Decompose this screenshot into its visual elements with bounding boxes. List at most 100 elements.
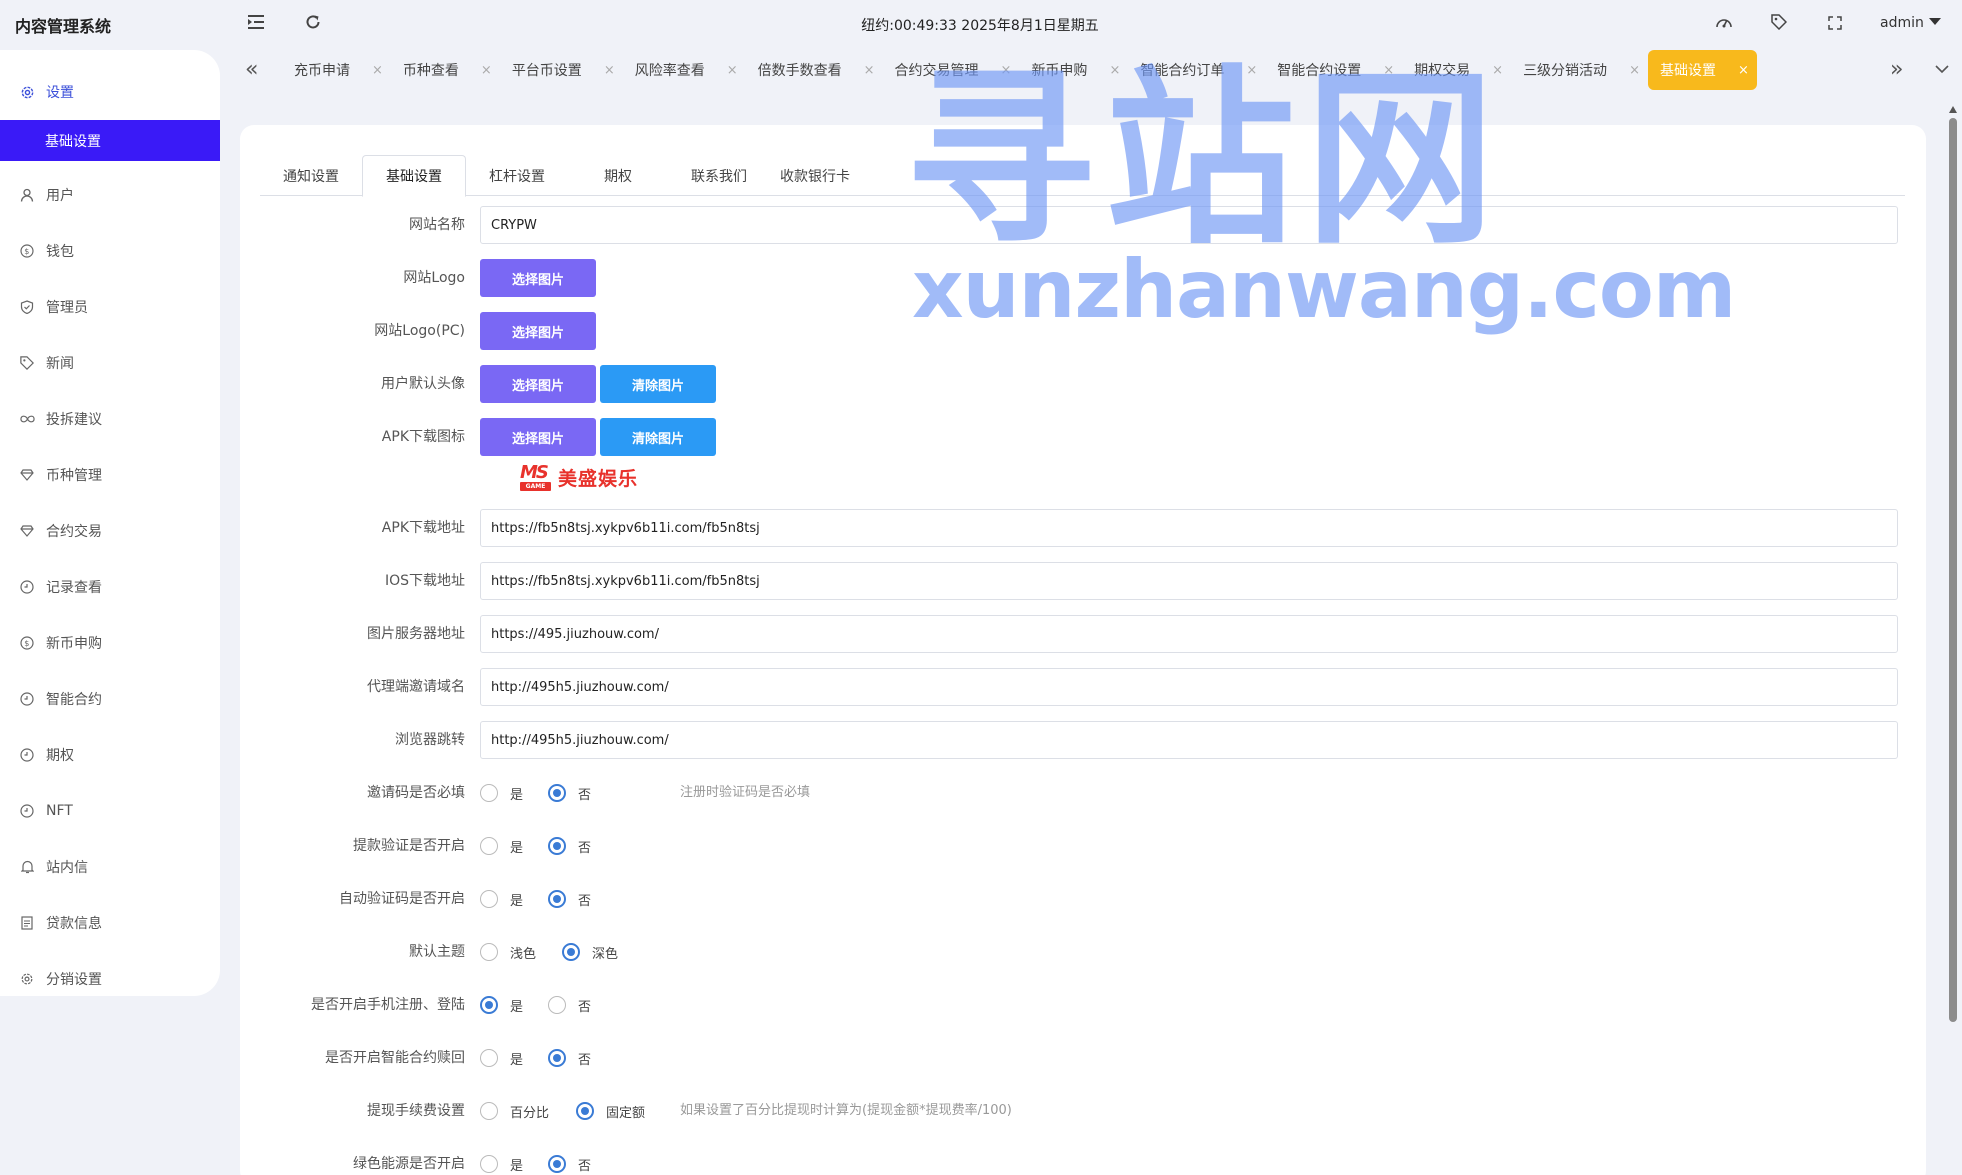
- dashboard-icon[interactable]: [1713, 14, 1735, 36]
- clear-avatar-button[interactable]: 清除图片: [600, 365, 716, 403]
- sidebar-item-loans[interactable]: 贷款信息: [0, 895, 220, 951]
- close-icon[interactable]: ×: [1738, 63, 1749, 78]
- withdraw-fee-percent[interactable]: 百分比: [480, 1102, 566, 1121]
- sidebar-item-smart-contract[interactable]: 智能合约: [0, 671, 220, 727]
- select-logo-pc-button[interactable]: 选择图片: [480, 312, 596, 350]
- sidebar-item-label: 新币申购: [46, 636, 102, 652]
- phone-register-yes[interactable]: 是: [480, 996, 538, 1015]
- fullscreen-icon[interactable]: [1824, 14, 1846, 36]
- phone-register-no[interactable]: 否: [548, 996, 591, 1015]
- scrollbar-thumb[interactable]: [1949, 118, 1957, 1022]
- invite-required-yes[interactable]: 是: [480, 784, 538, 803]
- select-logo-button[interactable]: 选择图片: [480, 259, 596, 297]
- clock-icon: [18, 690, 36, 708]
- invite-required-no[interactable]: 否: [548, 784, 591, 803]
- tabs-prev-icon[interactable]: «: [245, 58, 258, 82]
- sidebar-item-feedback[interactable]: 投拆建议: [0, 391, 220, 447]
- auto-verify-yes[interactable]: 是: [480, 890, 538, 909]
- close-icon[interactable]: ×: [864, 63, 875, 78]
- sidebar-item-nft[interactable]: NFT: [0, 783, 220, 839]
- sidebar-item-currency[interactable]: 币种管理: [0, 447, 220, 503]
- sidebar-item-distribution[interactable]: 分销设置: [0, 951, 220, 1007]
- close-icon[interactable]: ×: [372, 63, 383, 78]
- sidebar-item-label: 投拆建议: [46, 412, 102, 428]
- form-row-contract-redeem: 是否开启智能合约赎回 是 否: [240, 1039, 1926, 1077]
- theme-radio-group: 浅色 深色: [480, 933, 628, 971]
- sidebar-item-contract[interactable]: 合约交易: [0, 503, 220, 559]
- tab-multiplier[interactable]: 倍数手数查看 ×: [746, 50, 883, 90]
- withdraw-verify-no[interactable]: 否: [548, 837, 591, 856]
- sidebar-item-options[interactable]: 期权: [0, 727, 220, 783]
- tag-icon[interactable]: [1768, 14, 1790, 36]
- tab-basic-settings[interactable]: 基础设置 ×: [1647, 50, 1757, 90]
- auto-verify-no[interactable]: 否: [548, 890, 591, 909]
- sidebar-item-records[interactable]: 记录查看: [0, 559, 220, 615]
- ios-url-input[interactable]: [480, 562, 1898, 600]
- coin-icon: $: [18, 634, 36, 652]
- sidebar-item-users[interactable]: 用户: [0, 167, 220, 223]
- field-label: 网站Logo: [403, 270, 465, 286]
- sidebar-item-settings[interactable]: 设置: [0, 64, 220, 120]
- user-menu[interactable]: admin: [1880, 15, 1941, 31]
- close-icon[interactable]: ×: [727, 63, 738, 78]
- tab-bank-card[interactable]: 收款银行卡: [770, 155, 860, 196]
- app-title: 内容管理系统: [15, 17, 112, 36]
- form-row-apk-url: APK下载地址: [240, 509, 1926, 547]
- caret-down-icon: [1928, 18, 1941, 25]
- browser-redirect-input[interactable]: [480, 721, 1898, 759]
- sidebar-item-basic-settings[interactable]: 基础设置: [0, 120, 220, 161]
- scrollbar[interactable]: [1947, 106, 1959, 1175]
- invite-required-radio-group: 是 否: [480, 774, 601, 812]
- user-icon: [18, 186, 36, 204]
- tab-options[interactable]: 期权: [568, 155, 668, 196]
- clear-apk-icon-button[interactable]: 清除图片: [600, 418, 716, 456]
- tab-risk-rate[interactable]: 风险率查看 ×: [623, 50, 746, 90]
- select-avatar-button[interactable]: 选择图片: [480, 365, 596, 403]
- theme-dark[interactable]: 深色: [562, 943, 618, 962]
- sidebar-item-ipo[interactable]: $ 新币申购: [0, 615, 220, 671]
- sidebar-item-label: 设置: [46, 85, 74, 101]
- chevron-down-icon[interactable]: [1935, 56, 1949, 80]
- sidebar-item-label: 币种管理: [46, 468, 102, 484]
- form-row-default-avatar: 用户默认头像 选择图片 清除图片: [240, 365, 1926, 403]
- field-label: 邀请码是否必填: [367, 785, 465, 801]
- withdraw-fee-fixed[interactable]: 固定额: [576, 1102, 645, 1121]
- withdraw-fee-radio-group: 百分比 固定额: [480, 1092, 655, 1130]
- sidebar-item-label: 站内信: [46, 860, 88, 876]
- close-icon[interactable]: ×: [604, 63, 615, 78]
- select-apk-icon-button[interactable]: 选择图片: [480, 418, 596, 456]
- tab-currency-view[interactable]: 币种查看 ×: [391, 50, 500, 90]
- scroll-up-icon[interactable]: [1949, 106, 1957, 113]
- withdraw-fee-hint: 如果设置了百分比提现时计算为(提现金额*提现费率/100): [680, 1103, 1012, 1118]
- tab-contact[interactable]: 联系我们: [668, 155, 770, 196]
- sidebar-item-admins[interactable]: 管理员: [0, 279, 220, 335]
- refresh-icon[interactable]: [302, 14, 324, 36]
- tab-leverage[interactable]: 杠杆设置: [466, 155, 568, 196]
- apk-url-input[interactable]: [480, 509, 1898, 547]
- withdraw-verify-yes[interactable]: 是: [480, 837, 538, 856]
- sidebar-item-wallet[interactable]: $ 钱包: [0, 223, 220, 279]
- sidebar-item-messages[interactable]: 站内信: [0, 839, 220, 895]
- tab-recharge[interactable]: 充币申请 ×: [282, 50, 391, 90]
- contract-redeem-no[interactable]: 否: [548, 1049, 591, 1068]
- field-label: 网站名称: [409, 217, 465, 233]
- form-row-withdraw-fee: 提现手续费设置 百分比 固定额 如果设置了百分比提现时计算为(提现金额*提现费率…: [240, 1092, 1926, 1130]
- agent-domain-input[interactable]: [480, 668, 1898, 706]
- tab-basic[interactable]: 基础设置: [362, 155, 466, 197]
- image-server-input[interactable]: [480, 615, 1898, 653]
- tab-platform-coin[interactable]: 平台币设置 ×: [500, 50, 623, 90]
- sidebar-item-news[interactable]: 新闻: [0, 335, 220, 391]
- sidebar-item-label: 钱包: [46, 244, 74, 260]
- close-icon[interactable]: ×: [1629, 63, 1640, 78]
- tab-notification[interactable]: 通知设置: [260, 155, 362, 196]
- green-energy-radio-group: 是 否: [480, 1145, 601, 1175]
- green-energy-yes[interactable]: 是: [480, 1155, 538, 1174]
- collapse-menu-icon[interactable]: [246, 14, 268, 36]
- green-energy-no[interactable]: 否: [548, 1155, 591, 1174]
- watermark-url: xunzhanwang.com: [912, 243, 1736, 336]
- theme-light[interactable]: 浅色: [480, 943, 552, 962]
- tabs-next-icon[interactable]: »: [1890, 58, 1903, 82]
- contract-redeem-yes[interactable]: 是: [480, 1049, 538, 1068]
- tab-distribution[interactable]: 三级分销活动 ×: [1511, 50, 1648, 90]
- close-icon[interactable]: ×: [481, 63, 492, 78]
